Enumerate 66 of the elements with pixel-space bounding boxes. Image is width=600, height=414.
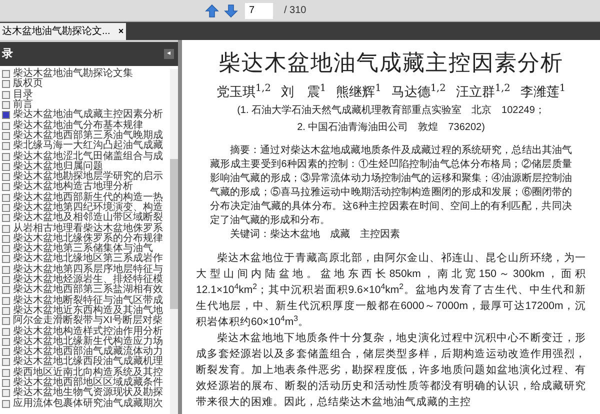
bookmark-label: 版权页: [13, 79, 43, 90]
bookmark-checkbox[interactable]: [2, 400, 10, 408]
bookmark-checkbox[interactable]: [2, 132, 10, 140]
bookmark-checkbox[interactable]: [2, 90, 10, 99]
affiliation: 2. 中国石油青海油田公司 敦煌 736202): [296, 120, 486, 135]
bookmark-checkbox[interactable]: [2, 389, 10, 398]
bookmark-item[interactable]: 目录: [2, 90, 170, 100]
body-paragraph: 柴达木盆地位于青藏高原北部，由阿尔金山、祁连山、昆仑山所环绕，为一大型山间内陆盆地。盆地东西长850km，南北宽150～300km，面积12.1×10$^{4}$km$^{2}$；其中沉积岩面积9.6×10$^{4}$km$^{2}$。盆地内发育了古生代、中生代和新生代地层，中、新生代沉积厚度一般都在6000～7000m，最厚可达17200m，沉积岩体积约60×10$^{4}$m$^{3}$。: [196, 251, 586, 330]
author-name: 马达德$^{1,2}$: [391, 84, 446, 102]
keywords: 关键词：柴达木盆地 成藏 主控因素: [229, 228, 401, 242]
bookmark-checkbox[interactable]: [2, 194, 10, 202]
bookmark-checkbox[interactable]: [2, 317, 10, 326]
tab-title: 达木盆地油气勘探论文...: [2, 24, 110, 39]
author-name: 李潍莲$^{1}$: [520, 84, 566, 102]
close-tab-button[interactable]: ×: [118, 24, 124, 38]
author-name: 熊继辉$^{1}$: [336, 84, 382, 102]
bookmark-checkbox[interactable]: [2, 276, 10, 284]
up-arrow-icon[interactable]: [205, 4, 219, 18]
bookmark-checkbox[interactable]: [2, 152, 10, 161]
bookmark-checkbox[interactable]: [2, 245, 10, 254]
bookmark-item[interactable]: 柴达木盆地油气分布基本规律: [2, 120, 170, 131]
bookmark-checkbox[interactable]: [2, 348, 10, 356]
document-tab[interactable]: 达木盆地油气勘探论文... ×: [0, 23, 126, 40]
bookmark-checkbox[interactable]: [2, 368, 10, 377]
bookmark-item[interactable]: 柴达木盆地归属问题: [2, 162, 170, 172]
bookmark-checkbox[interactable]: [2, 214, 10, 222]
bookmark-label: 柴达木盆地归属问题: [13, 162, 103, 172]
bookmark-checkbox[interactable]: [2, 306, 10, 315]
bookmark-checkbox[interactable]: [2, 142, 10, 150]
bookmark-checkbox[interactable]: [2, 183, 10, 192]
bookmark-item[interactable]: 柴达木盆地构造古地理分析: [2, 182, 170, 193]
bookmark-label: 柴达木盆地油气分布基本规律: [13, 120, 143, 131]
bookmark-checkbox[interactable]: [2, 296, 10, 305]
abstract: 摘要：通过对柴达木盆地成藏地质条件及成藏过程的系统研究，总结出其油气藏形成主要受到6种因素的控制：①生烃凹陷控制油气总体分布格局；②储层质量影响油气藏的形成；③异常流体动力场控制油气的运移和聚集；④油源断层控制油气藏的形成；⑤喜马拉雅运动中晚期活动控制构造圈闭的形成和发展；⑥圈闭带的分布决定油气藏的具体分布。这6种主控因素在时间、空间上的有利匹配，共同决定了油气藏的形成和分布。: [209, 144, 573, 228]
bookmark-checkbox[interactable]: [2, 224, 10, 233]
bookmark-checkbox[interactable]: [2, 358, 10, 366]
bookmark-label: 柴达木盆地第四纪环境演变、构造: [13, 203, 163, 213]
bookmark-checkbox[interactable]: [2, 234, 10, 243]
body-paragraph: 柴达木盆地地下地质条件十分复杂，地史演化过程中沉积中心不断变迁，形成多套烃源岩以及多套储盖组合，储层类型多样，后期构造运动改造作用强烈，断裂发育。加上地表条件恶劣，勘探程度低，许多地质问题如盆地演化过程、有效烃源岩的展布、断裂的活动历史和活动性质等都没有明确的认识，给成藏研究带来很大的困难。因此，总结柴达木盆地油气成藏的主控: [196, 331, 586, 410]
bookmark-checkbox[interactable]: [2, 162, 10, 171]
bookmark-checkbox[interactable]: [2, 80, 10, 88]
bookmark-item[interactable]: 版权页: [2, 79, 170, 90]
bookmark-checkbox[interactable]: [2, 111, 10, 120]
bookmark-label: 目录: [13, 90, 33, 100]
bookmark-checkbox[interactable]: [2, 379, 10, 388]
bookmark-checkbox[interactable]: [2, 173, 10, 182]
bookmark-checkbox[interactable]: [2, 286, 10, 294]
bookmark-label: 柴达木盆地构造古地理分析: [13, 182, 133, 192]
bookmark-checkbox[interactable]: [2, 70, 10, 78]
page-number-field[interactable]: 7: [245, 2, 273, 18]
bookmark-checkbox[interactable]: [2, 255, 10, 264]
panel-title: 录: [2, 46, 13, 62]
article-title: 柴达木盆地油气成藏主控因素分析: [218, 50, 564, 78]
affiliation: (1. 石油大学石油天然气成藏机理教育部重点实验室 北京 102249；: [236, 104, 546, 118]
down-arrow-icon[interactable]: [224, 4, 238, 18]
bookmark-checkbox[interactable]: [2, 204, 10, 212]
page-total: / 310: [284, 4, 306, 18]
scrollbar[interactable]: [170, 69, 178, 414]
bookmark-checkbox[interactable]: [2, 122, 10, 130]
bookmark-checkbox[interactable]: [2, 101, 10, 110]
author-name: 刘 震$^{1}$: [280, 84, 326, 102]
bookmark-checkbox[interactable]: [2, 338, 10, 346]
author-name: 汪立群$^{1,2}$: [456, 84, 510, 102]
bookmark-checkbox[interactable]: [2, 328, 10, 336]
bookmark-checkbox[interactable]: [2, 266, 10, 274]
author-name: 党玉琪$^{1,2}$: [216, 84, 271, 102]
